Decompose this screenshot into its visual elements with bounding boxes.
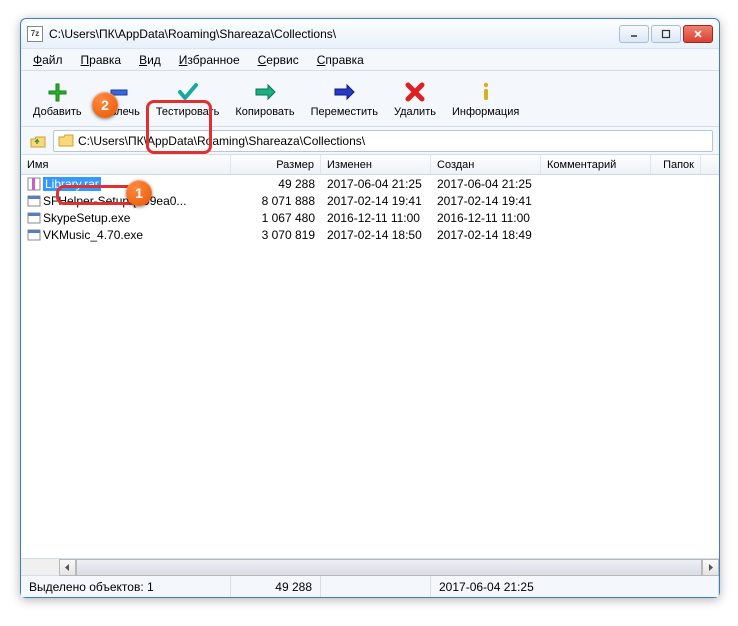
column-created[interactable]: Создан — [431, 155, 541, 174]
status-blank — [321, 576, 431, 597]
file-size: 1 067 480 — [231, 211, 321, 225]
status-selection: Выделено объектов: 1 — [21, 576, 231, 597]
file-modified: 2016-12-11 11:00 — [321, 211, 431, 225]
scroll-thumb[interactable] — [76, 559, 702, 576]
menu-file[interactable]: Файл — [25, 51, 71, 69]
column-comment[interactable]: Комментарий — [541, 155, 651, 174]
menu-help[interactable]: Справка — [309, 51, 372, 69]
file-modified: 2017-06-04 21:25 — [321, 177, 431, 191]
plus-icon — [45, 80, 69, 104]
list-item[interactable]: SkypeSetup.exe 1 067 480 2016-12-11 11:0… — [21, 209, 719, 226]
menu-view[interactable]: Вид — [131, 51, 169, 69]
menu-edit[interactable]: Правка — [73, 51, 130, 69]
toolbar: Добавить Извлечь Тестировать Копировать … — [21, 71, 719, 127]
titlebar: 7z C:\Users\ПК\AppData\Roaming\Shareaza\… — [21, 19, 719, 49]
file-created: 2017-02-14 18:49 — [431, 228, 541, 242]
toolbar-copy[interactable]: Копировать — [227, 74, 302, 124]
horizontal-scrollbar[interactable] — [21, 558, 719, 575]
toolbar-move[interactable]: Переместить — [303, 74, 386, 124]
column-size[interactable]: Размер — [231, 155, 321, 174]
toolbar-delete[interactable]: Удалить — [386, 74, 444, 124]
menu-favorites[interactable]: Избранное — [171, 51, 248, 69]
window-buttons — [619, 25, 713, 43]
file-created: 2017-02-14 19:41 — [431, 194, 541, 208]
list-header: Имя Размер Изменен Создан Комментарий Па… — [21, 155, 719, 175]
delete-icon — [403, 80, 427, 104]
toolbar-test-label: Тестировать — [156, 106, 220, 118]
file-modified: 2017-02-14 19:41 — [321, 194, 431, 208]
folder-icon — [58, 134, 74, 148]
file-name: Library.rar — [43, 177, 101, 191]
check-icon — [176, 80, 200, 104]
move-arrow-icon — [332, 80, 356, 104]
toolbar-info-label: Информация — [452, 106, 519, 118]
exe-file-icon — [27, 211, 41, 225]
minimize-button[interactable] — [619, 25, 649, 43]
copy-arrow-icon — [253, 80, 277, 104]
file-name: VKMusic_4.70.exe — [43, 228, 143, 242]
file-name: SFHelper-Setup-[199ea0... — [43, 194, 186, 208]
close-button[interactable] — [683, 25, 713, 43]
column-modified[interactable]: Изменен — [321, 155, 431, 174]
toolbar-delete-label: Удалить — [394, 106, 436, 118]
archive-file-icon — [27, 177, 41, 191]
app-icon: 7z — [27, 26, 43, 42]
status-size: 49 288 — [231, 576, 321, 597]
file-size: 49 288 — [231, 177, 321, 191]
toolbar-copy-label: Копировать — [235, 106, 294, 118]
column-name[interactable]: Имя — [21, 155, 231, 174]
menu-tools[interactable]: Сервис — [250, 51, 307, 69]
list-item[interactable]: SFHelper-Setup-[199ea0... 8 071 888 2017… — [21, 192, 719, 209]
app-window: 7z C:\Users\ПК\AppData\Roaming\Shareaza\… — [20, 18, 720, 598]
exe-file-icon — [27, 228, 41, 242]
file-modified: 2017-02-14 18:50 — [321, 228, 431, 242]
toolbar-add[interactable]: Добавить — [25, 74, 90, 124]
scroll-left-button[interactable] — [59, 559, 76, 576]
addressbar: C:\Users\ПК\AppData\Roaming\Shareaza\Col… — [21, 127, 719, 155]
file-name: SkypeSetup.exe — [43, 211, 130, 225]
file-created: 2016-12-11 11:00 — [431, 211, 541, 225]
path-text: C:\Users\ПК\AppData\Roaming\Shareaza\Col… — [78, 134, 365, 148]
toolbar-move-label: Переместить — [311, 106, 378, 118]
up-folder-button[interactable] — [27, 130, 49, 152]
maximize-button[interactable] — [651, 25, 681, 43]
scroll-right-button[interactable] — [702, 559, 719, 576]
toolbar-extract[interactable]: Извлечь — [90, 74, 148, 124]
toolbar-info[interactable]: Информация — [444, 74, 527, 124]
statusbar: Выделено объектов: 1 49 288 2017-06-04 2… — [21, 575, 719, 597]
path-input[interactable]: C:\Users\ПК\AppData\Roaming\Shareaza\Col… — [53, 130, 713, 152]
exe-file-icon — [27, 194, 41, 208]
toolbar-extract-label: Извлечь — [98, 106, 140, 118]
file-size: 3 070 819 — [231, 228, 321, 242]
list-item[interactable]: VKMusic_4.70.exe 3 070 819 2017-02-14 18… — [21, 226, 719, 243]
window-title: C:\Users\ПК\AppData\Roaming\Shareaza\Col… — [49, 27, 619, 41]
column-folders[interactable]: Папок — [651, 155, 701, 174]
minus-icon — [107, 80, 131, 104]
toolbar-add-label: Добавить — [33, 106, 82, 118]
file-size: 8 071 888 — [231, 194, 321, 208]
list-item[interactable]: Library.rar 49 288 2017-06-04 21:25 2017… — [21, 175, 719, 192]
status-modified: 2017-06-04 21:25 — [431, 576, 719, 597]
file-created: 2017-06-04 21:25 — [431, 177, 541, 191]
toolbar-test[interactable]: Тестировать — [148, 74, 228, 124]
menubar: Файл Правка Вид Избранное Сервис Справка — [21, 49, 719, 71]
file-list[interactable]: Library.rar 49 288 2017-06-04 21:25 2017… — [21, 175, 719, 558]
info-icon — [474, 80, 498, 104]
